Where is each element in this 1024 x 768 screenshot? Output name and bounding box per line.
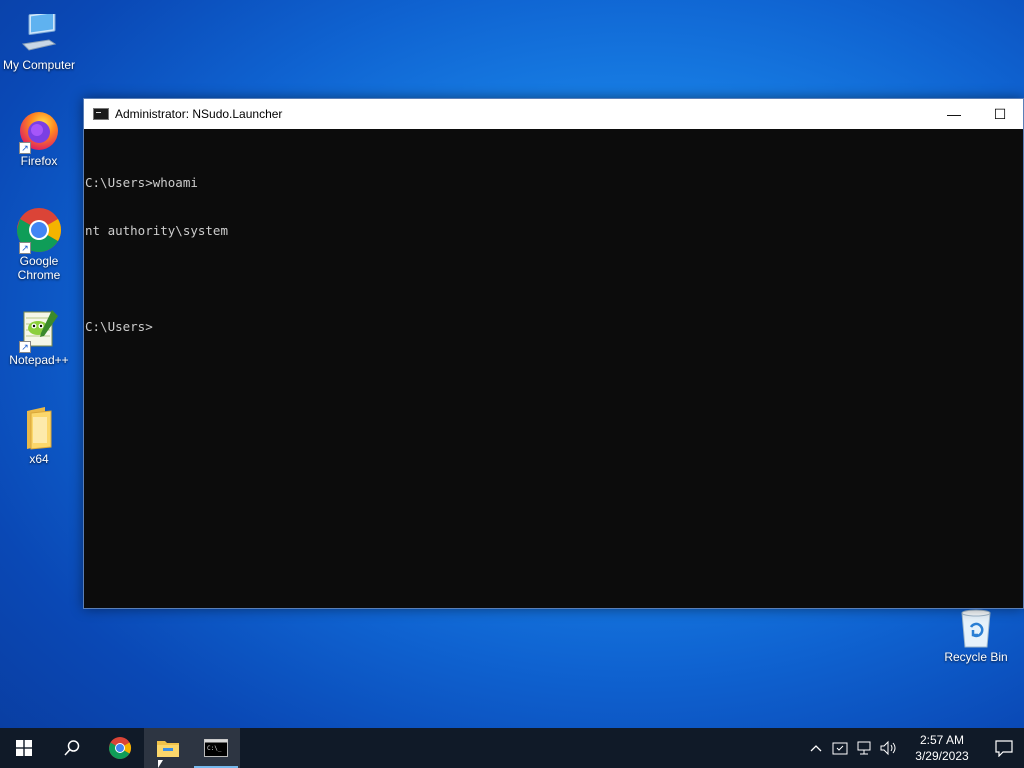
desktop-icon-recycle-bin[interactable]: Recycle Bin (940, 606, 1012, 664)
maximize-button[interactable]: ☐ (977, 99, 1023, 129)
taskbar-chrome-button[interactable] (96, 728, 144, 768)
windows-logo-icon (16, 740, 32, 756)
desktop-icon-notepadpp[interactable]: ↗ Notepad++ (2, 305, 76, 367)
console-line: C:\Users>whoami (85, 175, 198, 190)
console-app-icon (93, 108, 109, 120)
network-icon[interactable] (852, 728, 876, 768)
notepadpp-icon: ↗ (15, 305, 63, 353)
desktop-icon-label: Firefox (20, 154, 58, 168)
taskbar-file-explorer-button[interactable] (144, 728, 192, 768)
chrome-icon (109, 737, 131, 759)
terminal-icon: C:\_ (204, 739, 228, 757)
folder-icon (15, 404, 63, 452)
window-title: Administrator: NSudo.Launcher (115, 107, 283, 121)
console-prompt-line: C:\Users> (85, 319, 153, 334)
minimize-button[interactable]: — (931, 99, 977, 129)
taskbar-clock[interactable]: 2:57 AM 3/29/2023 (900, 732, 984, 764)
mouse-cursor (158, 760, 163, 768)
console-output[interactable]: C:\Users>whoami nt authority\system C:\U… (84, 129, 1023, 367)
security-shield-icon[interactable] (828, 728, 852, 768)
desktop-icon-label: Recycle Bin (944, 650, 1008, 664)
recycle-bin-icon (954, 606, 998, 650)
desktop-icon-my-computer[interactable]: My Computer (2, 10, 76, 72)
firefox-icon: ↗ (15, 106, 63, 154)
notification-center-icon[interactable] (984, 728, 1024, 768)
taskbar-cmd-button[interactable]: C:\_ (192, 728, 240, 768)
console-line: nt authority\system (85, 223, 228, 238)
desktop-icon-x64-folder[interactable]: x64 (2, 404, 76, 466)
monitor-icon (15, 10, 63, 58)
chrome-icon: ↗ (15, 206, 63, 254)
desktop-icon-label: My Computer (2, 58, 76, 72)
clock-time: 2:57 AM (919, 733, 965, 747)
shortcut-arrow-icon: ↗ (19, 341, 31, 353)
desktop-icon-google-chrome[interactable]: ↗ Google Chrome (2, 206, 76, 282)
desktop-icon-label: Google Chrome (17, 254, 61, 282)
desktop-icon-label: Notepad++ (9, 353, 69, 367)
shortcut-arrow-icon: ↗ (19, 142, 31, 154)
clock-date: 3/29/2023 (915, 749, 969, 763)
shortcut-arrow-icon: ↗ (19, 242, 31, 254)
system-tray: 2:57 AM 3/29/2023 (804, 728, 1024, 768)
console-window[interactable]: Administrator: NSudo.Launcher — ☐ C:\Use… (83, 98, 1024, 609)
start-button[interactable] (0, 728, 48, 768)
search-icon (64, 740, 80, 756)
chevron-up-icon[interactable] (804, 728, 828, 768)
search-button[interactable] (48, 728, 96, 768)
desktop-icon-firefox[interactable]: ↗ Firefox (2, 106, 76, 168)
window-titlebar[interactable]: Administrator: NSudo.Launcher — ☐ (84, 99, 1023, 129)
desktop-icon-label: x64 (29, 452, 49, 466)
taskbar: C:\_ 2:57 AM 3/29/2023 (0, 728, 1024, 768)
svg-text:C:\_: C:\_ (207, 745, 222, 752)
folder-icon (157, 741, 179, 757)
volume-icon[interactable] (876, 728, 900, 768)
